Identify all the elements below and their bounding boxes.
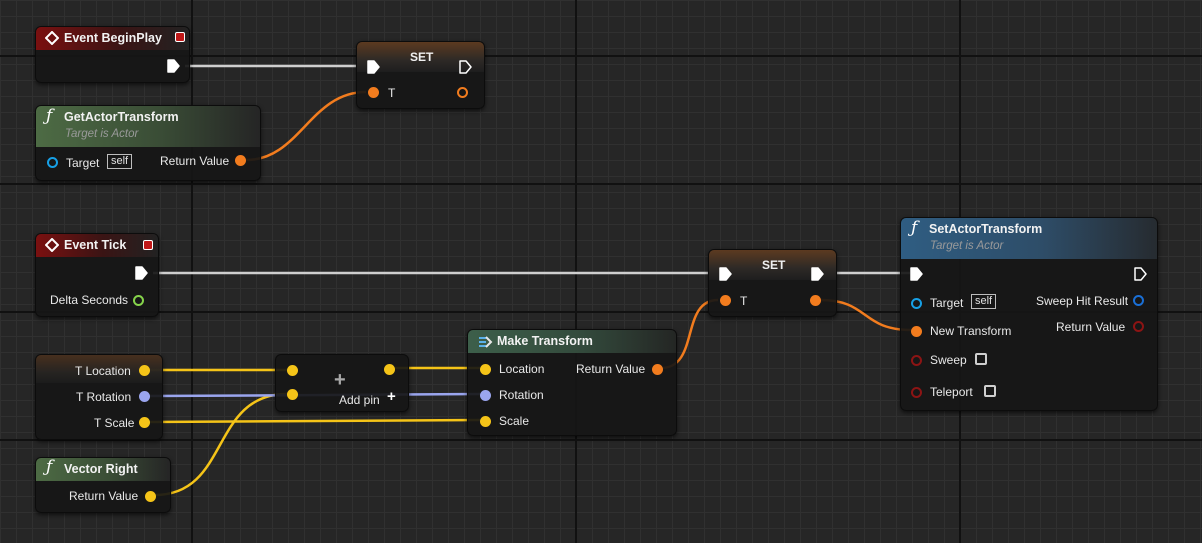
vector-in-pin[interactable]	[287, 365, 298, 376]
set-actor-transform-node[interactable]: ƒ SetActorTransform Target is Actor Targ…	[900, 217, 1158, 411]
node-title: Vector Right	[64, 462, 138, 476]
pin-label: Location	[499, 362, 545, 376]
self-default-value[interactable]: self	[971, 294, 997, 309]
transform-in-pin[interactable]	[720, 295, 731, 306]
add-pin-icon[interactable]: +	[387, 389, 396, 404]
node-title: SET	[762, 258, 786, 272]
exec-out-pin[interactable]	[167, 59, 181, 73]
transform-out-pin[interactable]	[457, 87, 468, 98]
exec-out-pin[interactable]	[459, 60, 473, 74]
pin-label: Return Value	[160, 154, 230, 168]
pin-label: T	[388, 86, 396, 100]
transform-in-pin[interactable]	[368, 87, 379, 98]
transform-in-pin[interactable]	[911, 326, 922, 337]
float-out-pin[interactable]	[133, 295, 144, 306]
vector-in-pin[interactable]	[480, 364, 491, 375]
make-transform-node[interactable]: Make Transform Location Return Value Rot…	[467, 329, 677, 436]
pin-label: Sweep	[930, 353, 967, 367]
pin-label: Target	[66, 156, 100, 170]
pin-label: Return Value	[69, 489, 139, 503]
node-title: Make Transform	[497, 334, 593, 348]
node-subtitle: Target is Actor	[930, 240, 1004, 252]
vector-in-pin[interactable]	[480, 416, 491, 427]
set-variable-node[interactable]: SET T	[356, 41, 485, 109]
event-stop-icon	[175, 32, 185, 42]
get-actor-transform-node[interactable]: ƒ GetActorTransform Target is Actor Targ…	[35, 105, 261, 181]
exec-in-pin[interactable]	[719, 267, 733, 281]
transform-out-pin[interactable]	[652, 364, 663, 375]
vector-wire[interactable]	[154, 392, 288, 497]
event-tick-node[interactable]: Event Tick Delta Seconds	[35, 233, 159, 317]
function-icon: ƒ	[911, 218, 918, 238]
transform-out-pin[interactable]	[810, 295, 821, 306]
exec-in-pin[interactable]	[910, 267, 924, 281]
target-in-pin[interactable]	[47, 157, 58, 168]
variable-label: T Rotation	[76, 390, 132, 404]
rotator-out-pin[interactable]	[139, 391, 150, 402]
vector-out-pin[interactable]	[145, 491, 156, 502]
teleport-checkbox[interactable]	[984, 385, 996, 397]
add-pin-button[interactable]: Add pin	[339, 393, 380, 407]
node-title: Event Tick	[64, 238, 127, 252]
variable-label: T Scale	[94, 416, 135, 430]
bool-in-pin[interactable]	[911, 355, 922, 366]
hit-result-out-pin[interactable]	[1133, 295, 1144, 306]
diamond-icon	[45, 238, 59, 252]
target-in-pin[interactable]	[911, 298, 922, 309]
pin-label: Scale	[499, 414, 530, 428]
function-icon: ƒ	[46, 106, 53, 126]
pin-label: Rotation	[499, 388, 544, 402]
node-title: Event BeginPlay	[64, 31, 162, 45]
vector-out-pin[interactable]	[139, 417, 150, 428]
exec-out-pin[interactable]	[1134, 267, 1148, 281]
pin-label: T	[740, 294, 748, 308]
make-struct-icon	[479, 336, 493, 348]
bool-in-pin[interactable]	[911, 387, 922, 398]
pin-label: New Transform	[930, 324, 1012, 338]
exec-out-pin[interactable]	[811, 267, 825, 281]
transform-out-pin[interactable]	[235, 155, 246, 166]
exec-in-pin[interactable]	[367, 60, 381, 74]
pin-label: Return Value	[576, 362, 646, 376]
variable-label: T Location	[75, 364, 131, 378]
diamond-icon	[45, 31, 59, 45]
node-title: SetActorTransform	[929, 222, 1043, 236]
pin-label: Return Value	[1056, 320, 1126, 334]
plus-symbol: +	[334, 369, 346, 391]
exec-out-pin[interactable]	[135, 266, 149, 280]
event-beginplay-node[interactable]: Event BeginPlay	[35, 26, 190, 83]
vector-out-pin[interactable]	[139, 365, 150, 376]
vector-in-pin[interactable]	[287, 389, 298, 400]
transform-wire[interactable]	[245, 90, 367, 162]
node-subtitle: Target is Actor	[65, 128, 139, 140]
variable-getters-node[interactable]: T Location T Rotation T Scale	[35, 354, 163, 440]
add-vector-node[interactable]: + Add pin +	[275, 354, 409, 412]
bool-out-pin[interactable]	[1133, 321, 1144, 332]
pin-label: Teleport	[930, 385, 973, 399]
pin-label: Sweep Hit Result	[1036, 294, 1129, 308]
self-default-value[interactable]: self	[107, 154, 133, 169]
pin-label: Target	[930, 296, 964, 310]
function-icon: ƒ	[46, 457, 53, 477]
set-variable-node[interactable]: SET T	[708, 249, 837, 317]
pin-label: Delta Seconds	[50, 293, 129, 307]
vector-wire[interactable]	[148, 418, 481, 424]
vector-right-node[interactable]: ƒ Vector Right Return Value	[35, 457, 171, 513]
vector-out-pin[interactable]	[384, 364, 395, 375]
event-stop-icon	[143, 240, 153, 250]
sweep-checkbox[interactable]	[975, 353, 987, 365]
rotator-in-pin[interactable]	[480, 390, 491, 401]
node-title: GetActorTransform	[64, 110, 179, 124]
node-title: SET	[410, 50, 434, 64]
